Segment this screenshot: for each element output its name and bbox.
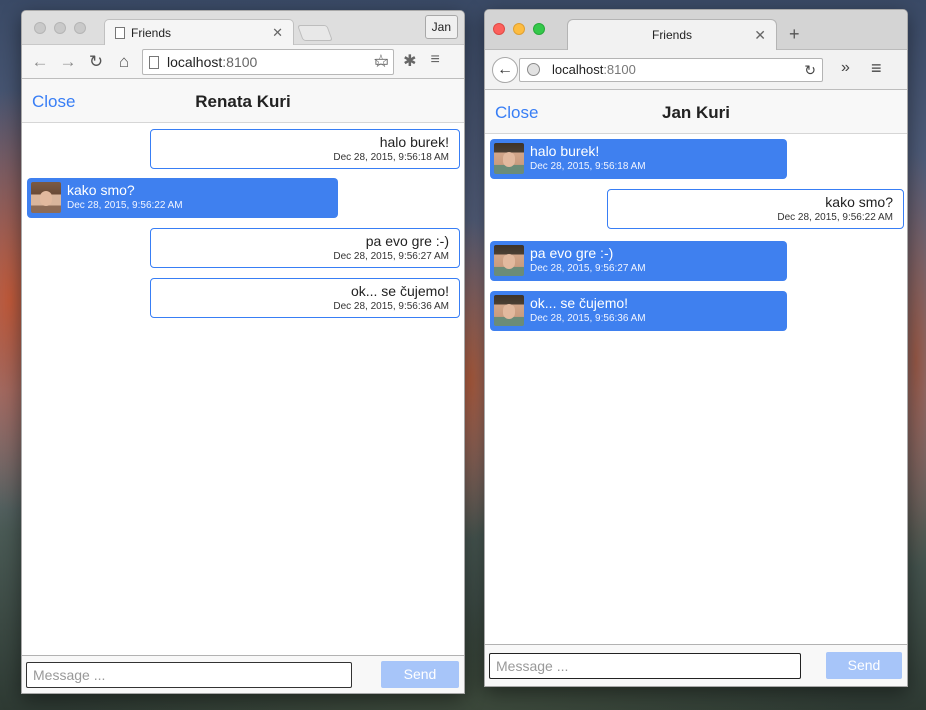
- message-composer: Message ... Send: [22, 655, 464, 693]
- reload-icon[interactable]: ↻: [804, 59, 816, 81]
- profile-button[interactable]: Jan: [424, 15, 458, 39]
- chat-title: Renata Kuri: [195, 92, 291, 111]
- message-text: ok... se čujemo!: [350, 283, 449, 299]
- message-text: pa evo gre :-): [530, 245, 614, 261]
- url-port: :8100: [222, 54, 258, 70]
- tab-title: Friends: [651, 28, 692, 42]
- message-timestamp: Dec 28, 2015, 9:56:22 AM: [67, 200, 183, 211]
- extension-icons: ▭ ✱ ≡: [374, 51, 440, 71]
- back-arrow-icon[interactable]: ←: [492, 57, 518, 83]
- message-timestamp: Dec 28, 2015, 9:56:36 AM: [530, 313, 646, 324]
- close-tab-icon[interactable]: ✕: [754, 20, 766, 50]
- new-tab-button[interactable]: [297, 25, 333, 41]
- minimize-window-button[interactable]: [54, 22, 66, 34]
- close-window-button[interactable]: [34, 22, 46, 34]
- chat-header: Close Renata Kuri: [22, 79, 464, 123]
- tab-bar: Friends ✕ Jan: [22, 11, 464, 46]
- tab-friends[interactable]: Friends ✕: [567, 19, 777, 51]
- browser-toolbar: localhost:8100 ↻ ← » ≡: [485, 50, 907, 90]
- message-timestamp: Dec 28, 2015, 9:56:22 AM: [777, 212, 893, 223]
- page-info-icon: [149, 55, 159, 69]
- chrome-window: Friends ✕ Jan ← → ↻ ⌂ localhost:8100 ☆ ▭…: [21, 10, 465, 694]
- avatar: [494, 143, 524, 174]
- message-timestamp: Dec 28, 2015, 9:56:18 AM: [530, 161, 646, 172]
- message-input[interactable]: Message ...: [26, 662, 352, 688]
- message-text: pa evo gre :-): [365, 233, 449, 249]
- chat-title: Jan Kuri: [661, 103, 731, 122]
- message-received: halo burek! Dec 28, 2015, 9:56:18 AM: [490, 139, 787, 179]
- message-timestamp: Dec 28, 2015, 9:56:36 AM: [333, 301, 449, 312]
- minimize-window-button[interactable]: [513, 23, 525, 35]
- message-sent: pa evo gre :-) Dec 28, 2015, 9:56:27 AM: [150, 228, 460, 268]
- menu-icon[interactable]: ≡: [871, 58, 882, 79]
- avatar: [31, 182, 61, 213]
- close-tab-icon[interactable]: ✕: [272, 25, 283, 41]
- url-host: localhost: [167, 54, 223, 70]
- message-text: kako smo?: [825, 194, 893, 210]
- message-text: kako smo?: [67, 182, 135, 198]
- message-sent: halo burek! Dec 28, 2015, 9:56:18 AM: [150, 129, 460, 169]
- message-sent: ok... se čujemo! Dec 28, 2015, 9:56:36 A…: [150, 278, 460, 318]
- cast-icon[interactable]: ▭: [374, 51, 389, 71]
- url-port: :8100: [603, 62, 636, 77]
- message-timestamp: Dec 28, 2015, 9:56:18 AM: [333, 152, 449, 163]
- message-received: pa evo gre :-) Dec 28, 2015, 9:56:27 AM: [490, 241, 787, 281]
- message-sent: kako smo? Dec 28, 2015, 9:56:22 AM: [607, 189, 904, 229]
- zoom-window-button[interactable]: [533, 23, 545, 35]
- tab-bar: Friends ✕ +: [485, 10, 907, 51]
- avatar: [494, 295, 524, 326]
- window-controls: [34, 22, 86, 34]
- home-icon[interactable]: ⌂: [114, 52, 134, 72]
- message-timestamp: Dec 28, 2015, 9:56:27 AM: [530, 263, 646, 274]
- forward-arrow-icon[interactable]: →: [58, 52, 78, 72]
- message-text: halo burek!: [530, 143, 600, 159]
- menu-icon[interactable]: ≡: [431, 51, 440, 71]
- firefox-window: Friends ✕ + localhost:8100 ↻ ← » ≡ Close…: [484, 9, 908, 687]
- message-input[interactable]: Message ...: [489, 653, 801, 679]
- message-text: halo burek!: [379, 134, 449, 150]
- avatar: [494, 245, 524, 276]
- message-timestamp: Dec 28, 2015, 9:56:27 AM: [333, 251, 449, 262]
- window-controls: [493, 23, 545, 35]
- new-tab-icon[interactable]: +: [789, 24, 800, 45]
- close-window-button[interactable]: [493, 23, 505, 35]
- globe-icon: [527, 63, 540, 76]
- page-icon: [115, 27, 125, 39]
- reload-icon[interactable]: ↻: [86, 52, 106, 72]
- address-bar[interactable]: localhost:8100 ☆: [142, 49, 394, 75]
- message-text: ok... se čujemo!: [530, 295, 629, 311]
- tab-friends[interactable]: Friends ✕: [104, 19, 294, 46]
- zoom-window-button[interactable]: [74, 22, 86, 34]
- message-received: kako smo? Dec 28, 2015, 9:56:22 AM: [27, 178, 338, 218]
- message-composer: Message ... Send: [485, 644, 907, 686]
- url-host: localhost: [552, 62, 604, 77]
- send-button[interactable]: Send: [826, 652, 902, 679]
- chat-header: Close Jan Kuri: [485, 90, 907, 134]
- address-bar[interactable]: localhost:8100 ↻: [519, 58, 823, 82]
- tab-title: Friends: [131, 26, 172, 40]
- overflow-chevron-icon[interactable]: »: [841, 59, 850, 77]
- message-received: ok... se čujemo! Dec 28, 2015, 9:56:36 A…: [490, 291, 787, 331]
- back-arrow-icon[interactable]: ←: [30, 52, 50, 72]
- bug-extension-icon[interactable]: ✱: [403, 51, 416, 71]
- send-button[interactable]: Send: [381, 661, 459, 688]
- browser-toolbar: ← → ↻ ⌂ localhost:8100 ☆ ▭ ✱ ≡: [22, 45, 464, 79]
